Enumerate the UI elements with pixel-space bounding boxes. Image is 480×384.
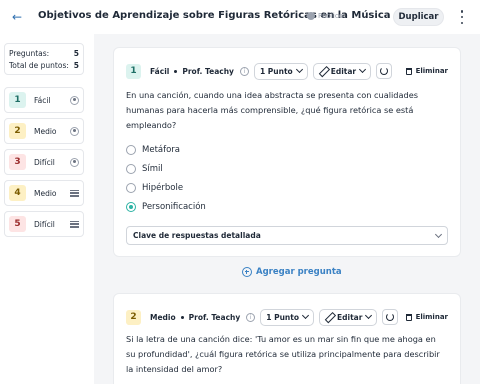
answer-option-selected[interactable]: Personificación: [126, 197, 206, 216]
radio-icon: [70, 95, 79, 105]
question-difficulty-label: Difícil: [34, 157, 55, 167]
regenerate-button[interactable]: [382, 309, 399, 325]
radio-button[interactable]: [126, 144, 136, 155]
answer-options: Metáfora Símil Hipérbole Personificación: [126, 140, 206, 216]
total-points-value: 5: [73, 61, 79, 70]
sidebar-question-item[interactable]: 3 Difícil: [4, 149, 84, 175]
add-question-button[interactable]: Agregar pregunta: [242, 267, 342, 277]
sidebar-question-item[interactable]: 1 Fácil: [4, 87, 84, 113]
answer-option[interactable]: Hipérbole: [126, 178, 206, 197]
question-sidebar: Preguntas: 5 Total de puntos: 5 1 Fácil …: [0, 34, 94, 384]
question-number-badge: 1: [9, 92, 26, 108]
separator-dot: [174, 69, 178, 73]
option-label: Símil: [142, 163, 163, 174]
question-number-badge: 5: [9, 216, 26, 232]
trash-icon: [405, 67, 412, 75]
points-value: 1 Punto: [266, 312, 300, 322]
option-label: Personificación: [142, 201, 206, 212]
answer-option[interactable]: Símil: [126, 159, 206, 178]
answer-key-label: Clave de respuestas detallada: [133, 231, 261, 240]
question-card-header: 1 Fácil Prof. Teachy i 1 Punto Editar El…: [126, 62, 448, 80]
sidebar-question-item[interactable]: 5 Difícil: [4, 211, 84, 237]
lines-icon: [70, 220, 79, 228]
answer-key-dropdown[interactable]: Clave de respuestas detallada: [126, 226, 448, 245]
refresh-icon: [380, 67, 389, 75]
option-label: Metáfora: [142, 144, 181, 155]
edit-dropdown[interactable]: Editar: [319, 308, 378, 326]
trash-icon: [405, 313, 412, 321]
more-options-icon[interactable]: [458, 10, 466, 24]
regenerate-button[interactable]: [376, 63, 393, 79]
difficulty-label: Fácil: [150, 66, 170, 76]
question-editor: 1 Fácil Prof. Teachy i 1 Punto Editar El…: [94, 34, 480, 384]
plus-circle-icon: [242, 267, 252, 277]
points-dropdown[interactable]: 1 Punto: [253, 62, 308, 80]
question-difficulty-label: Medio: [34, 126, 57, 136]
question-number-badge: 1: [126, 63, 141, 79]
total-points-label: Total de puntos:: [9, 61, 69, 70]
back-arrow-icon[interactable]: ←: [10, 10, 24, 24]
question-card: 1 Fácil Prof. Teachy i 1 Punto Editar El…: [113, 47, 461, 257]
questions-count-value: 5: [73, 49, 79, 58]
edit-dropdown[interactable]: Editar: [312, 62, 372, 80]
question-number-badge: 2: [126, 309, 141, 325]
edit-label: Editar: [337, 312, 363, 322]
chevron-down-icon: [434, 230, 443, 238]
question-card-header: 2 Medio Prof. Teachy i 1 Punto Editar El…: [126, 308, 448, 326]
visibility-label: Público: [318, 12, 343, 20]
info-icon[interactable]: i: [246, 312, 256, 322]
option-label: Hipérbole: [142, 182, 184, 193]
radio-button-selected[interactable]: [126, 201, 136, 212]
answer-option[interactable]: Metáfora: [126, 140, 206, 159]
visibility-indicator: Público: [307, 12, 343, 20]
edit-label: Editar: [330, 66, 357, 76]
points-value: 1 Punto: [259, 66, 293, 76]
chevron-down-icon: [365, 311, 373, 320]
pencil-icon: [325, 313, 333, 321]
question-text: Si la letra de una canción dice: 'Tu amo…: [126, 334, 440, 374]
author-label: Prof. Teachy: [188, 312, 241, 322]
question-number-badge: 4: [9, 185, 26, 201]
radio-button[interactable]: [126, 182, 136, 193]
points-dropdown[interactable]: 1 Punto: [260, 308, 315, 326]
question-difficulty-label: Fácil: [34, 95, 51, 105]
globe-icon: [307, 12, 315, 20]
add-question-label: Agregar pregunta: [256, 267, 342, 277]
chevron-down-icon: [359, 65, 367, 74]
delete-button[interactable]: Eliminar: [405, 313, 448, 321]
pencil-icon: [319, 67, 327, 75]
refresh-icon: [386, 313, 395, 321]
delete-label: Eliminar: [415, 67, 448, 75]
difficulty-label: Medio: [150, 312, 176, 322]
question-difficulty-label: Medio: [34, 188, 57, 198]
question-card: 2 Medio Prof. Teachy i 1 Punto Editar El…: [113, 293, 461, 384]
delete-label: Eliminar: [415, 313, 448, 321]
question-number-badge: 2: [9, 123, 26, 139]
radio-icon: [70, 157, 79, 167]
lines-icon: [70, 189, 79, 197]
sidebar-question-item[interactable]: 2 Medio: [4, 118, 84, 144]
radio-icon: [70, 126, 79, 136]
separator-dot: [180, 315, 184, 319]
chevron-down-icon: [295, 65, 303, 74]
top-bar: ← Objetivos de Aprendizaje sobre Figuras…: [0, 0, 480, 34]
question-number-badge: 3: [9, 154, 26, 170]
duplicate-button[interactable]: Duplicar: [393, 8, 444, 26]
sidebar-question-item[interactable]: 4 Medio: [4, 180, 84, 206]
questions-count-label: Preguntas:: [9, 49, 50, 58]
delete-button[interactable]: Eliminar: [405, 67, 448, 75]
question-text: En una canción, cuando una idea abstract…: [126, 90, 419, 130]
author-label: Prof. Teachy: [182, 66, 234, 76]
chevron-down-icon: [301, 311, 310, 320]
question-difficulty-label: Difícil: [34, 219, 55, 229]
radio-button[interactable]: [126, 163, 136, 174]
info-icon[interactable]: i: [239, 66, 249, 76]
quiz-stats: Preguntas: 5 Total de puntos: 5: [4, 43, 84, 75]
